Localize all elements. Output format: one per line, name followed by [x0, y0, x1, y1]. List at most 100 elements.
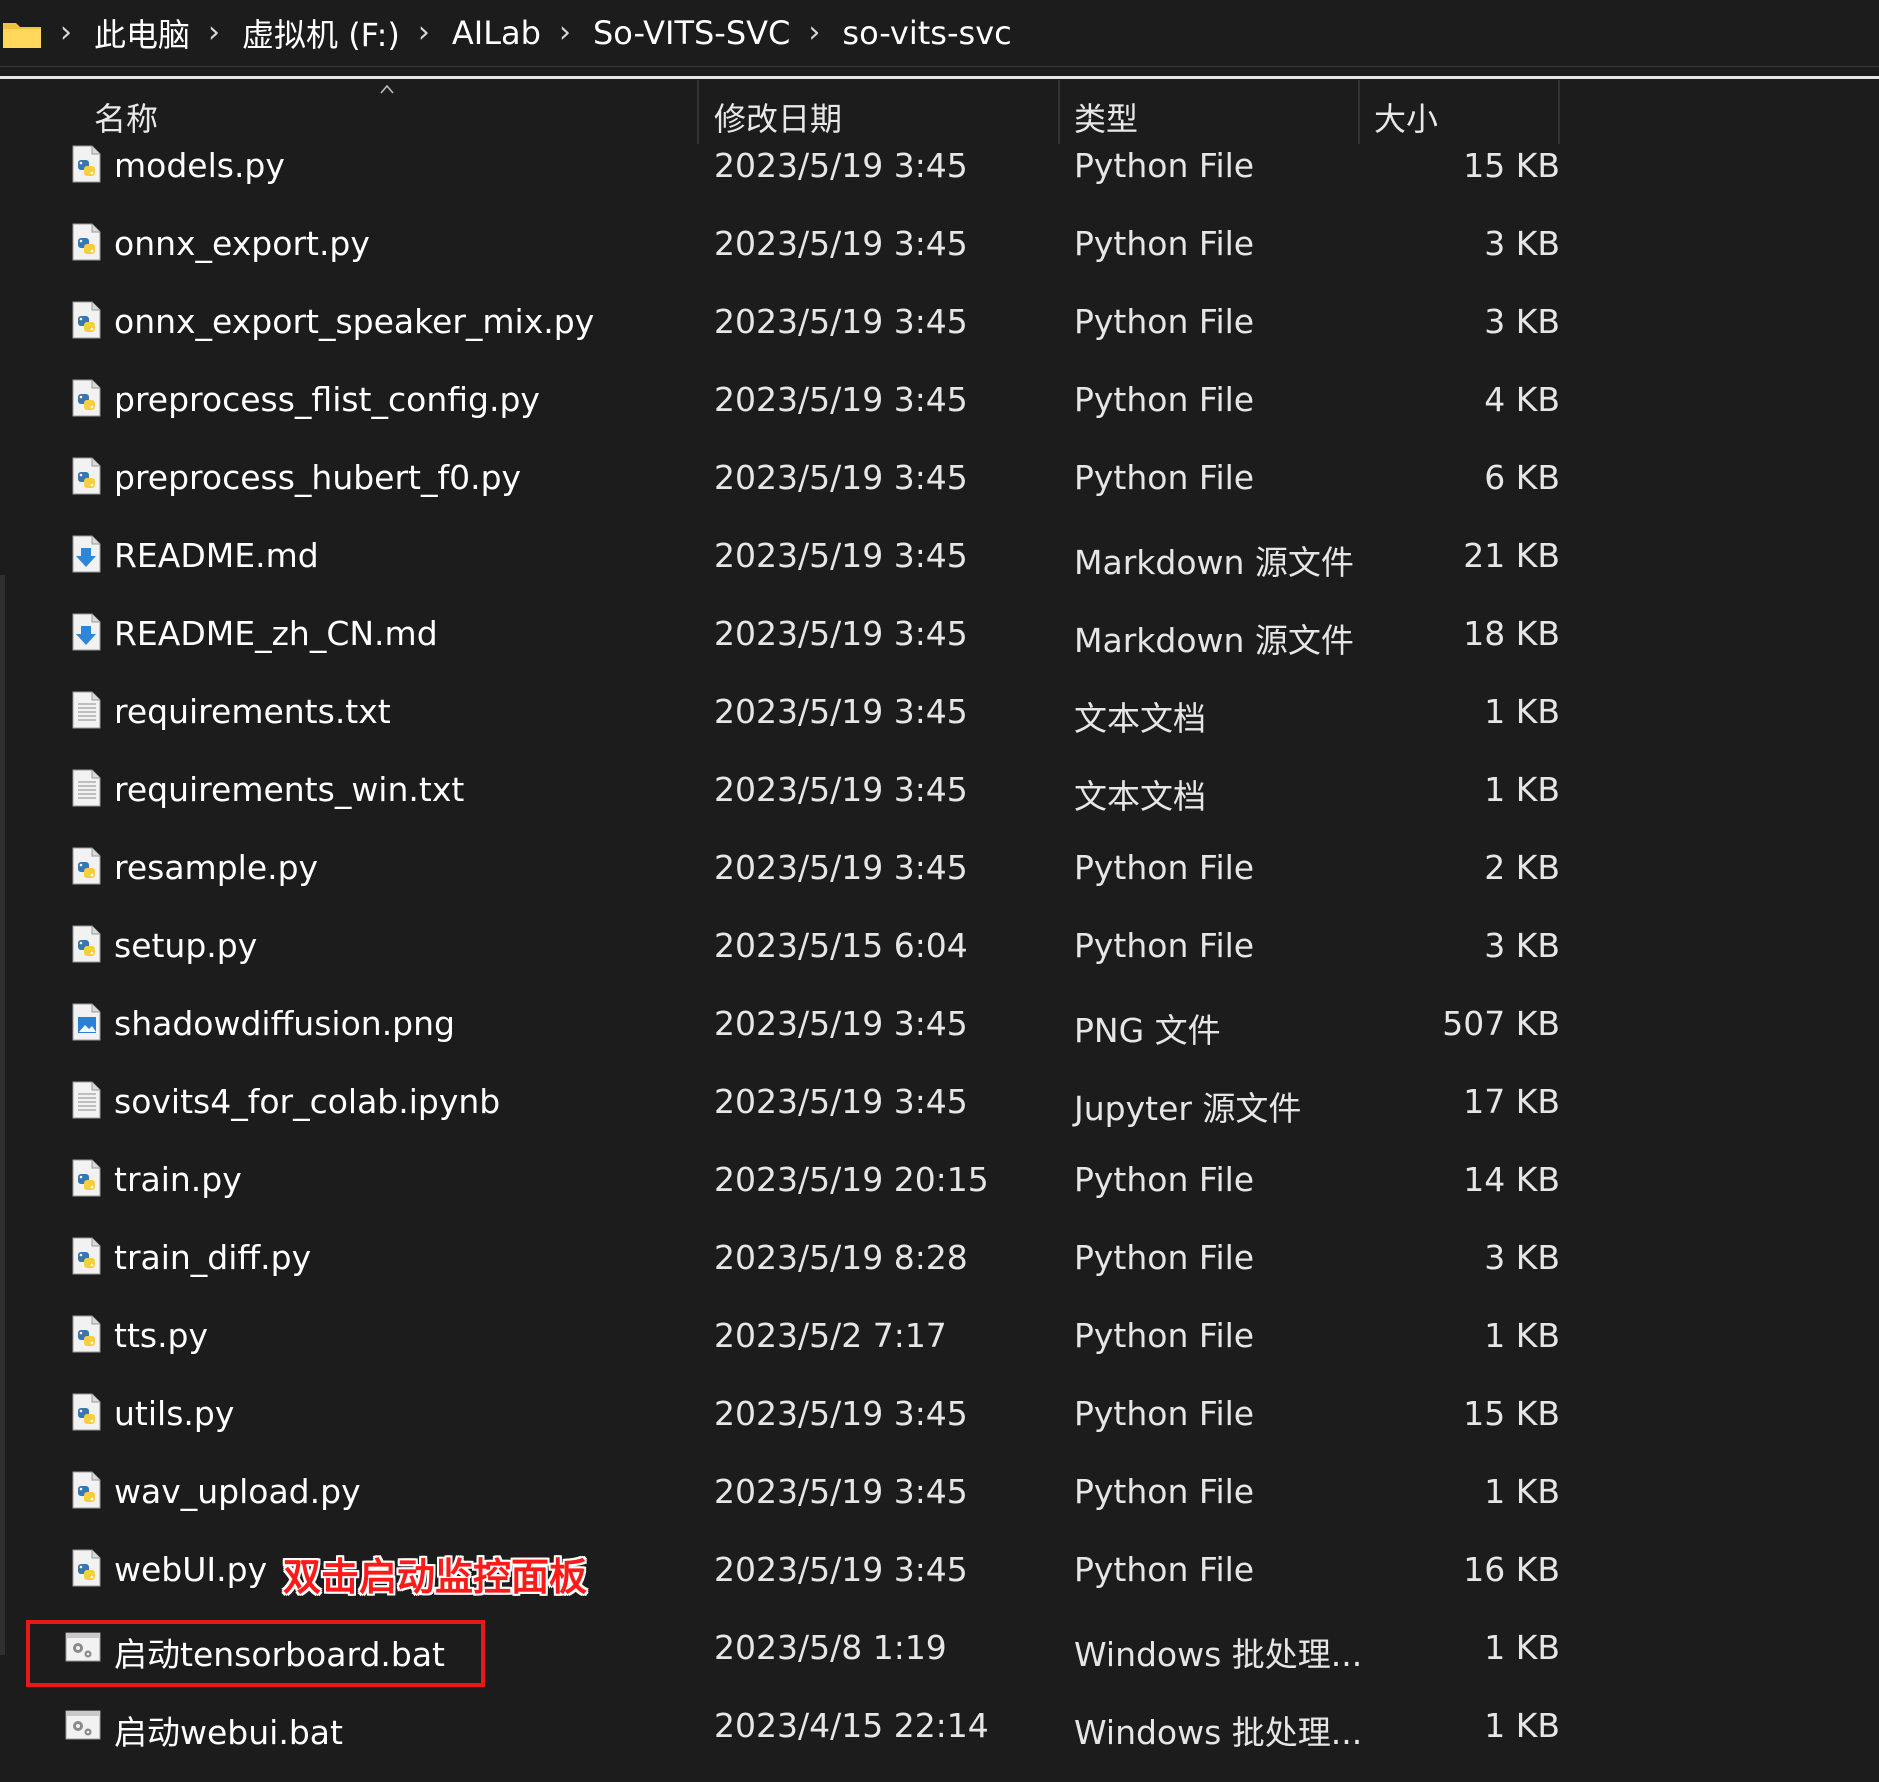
- file-name: preprocess_hubert_f0.py: [114, 458, 522, 497]
- file-size: 4 KB: [1484, 380, 1560, 419]
- file-row[interactable]: README_zh_CN.md 2023/5/19 3:45 Markdown 源文…: [30, 602, 1560, 672]
- file-row[interactable]: utils.py 2023/5/19 3:45 Python File 15 KB: [30, 1382, 1560, 1452]
- python-file-icon: [70, 924, 104, 964]
- file-type: PNG 文件: [1074, 1011, 1221, 1050]
- file-type: Python File: [1074, 1316, 1255, 1355]
- python-file-icon: [70, 846, 104, 886]
- file-date: 2023/5/15 6:04: [714, 926, 968, 965]
- file-type: Python File: [1074, 302, 1255, 341]
- file-name: requirements.txt: [114, 692, 391, 731]
- file-row[interactable]: models.py 2023/5/19 3:45 Python File 15 KB: [30, 134, 1560, 204]
- image-file-icon: [70, 1002, 104, 1042]
- file-row[interactable]: requirements_win.txt 2023/5/19 3:45 文本文档 1 …: [30, 758, 1560, 828]
- breadcrumb-item[interactable]: AILab: [452, 14, 541, 52]
- file-date: 2023/5/19 3:45: [714, 1472, 968, 1511]
- highlight-box: [26, 1620, 485, 1687]
- file-type: Python File: [1074, 926, 1255, 965]
- file-name: train.py: [114, 1160, 242, 1199]
- folder-icon: [2, 19, 42, 48]
- file-name: train_diff.py: [114, 1238, 312, 1277]
- file-row[interactable]: setup.py 2023/5/15 6:04 Python File 3 KB: [30, 914, 1560, 984]
- python-file-icon: [70, 1392, 104, 1432]
- file-row[interactable]: preprocess_flist_config.py 2023/5/19 3:45…: [30, 368, 1560, 438]
- file-name: preprocess_flist_config.py: [114, 380, 540, 419]
- file-date: 2023/5/19 3:45: [714, 692, 968, 731]
- file-date: 2023/5/19 3:45: [714, 614, 968, 653]
- file-row[interactable]: train_diff.py 2023/5/19 8:28 Python File 3 …: [30, 1226, 1560, 1296]
- file-size: 1 KB: [1484, 1316, 1560, 1355]
- file-size: 17 KB: [1463, 1082, 1560, 1121]
- notebook-file-icon: [70, 1080, 104, 1120]
- file-type: Windows 批处理...: [1074, 1635, 1363, 1674]
- chevron-right-icon[interactable]: ›: [808, 18, 820, 48]
- file-row[interactable]: README.md 2023/5/19 3:45 Markdown 源文件 21 KB: [30, 524, 1560, 594]
- breadcrumb-item[interactable]: 虚拟机 (F:): [242, 10, 400, 56]
- file-size: 3 KB: [1484, 926, 1560, 965]
- file-row[interactable]: preprocess_hubert_f0.py 2023/5/19 3:45 Pyt…: [30, 446, 1560, 516]
- file-row[interactable]: onnx_export.py 2023/5/19 3:45 Python File 3…: [30, 212, 1560, 282]
- file-row[interactable]: wav_upload.py 2023/5/19 3:45 Python File 1 …: [30, 1460, 1560, 1530]
- file-date: 2023/5/19 3:45: [714, 536, 968, 575]
- file-size: 15 KB: [1463, 1394, 1560, 1433]
- text-file-icon: [70, 768, 104, 808]
- file-name: shadowdiffusion.png: [114, 1004, 455, 1043]
- file-date: 2023/4/15 22:14: [714, 1706, 989, 1745]
- file-size: 3 KB: [1484, 1238, 1560, 1277]
- text-file-icon: [70, 690, 104, 730]
- python-file-icon: [70, 144, 104, 184]
- file-date: 2023/5/19 3:45: [714, 146, 968, 185]
- file-type: Markdown 源文件: [1074, 543, 1354, 582]
- file-date: 2023/5/19 3:45: [714, 848, 968, 887]
- file-row[interactable]: requirements.txt 2023/5/19 3:45 文本文档 1 KB: [30, 680, 1560, 750]
- breadcrumb-item[interactable]: so-vits-svc: [842, 14, 1011, 52]
- file-type: Markdown 源文件: [1074, 621, 1354, 660]
- file-size: 16 KB: [1463, 1550, 1560, 1589]
- chevron-right-icon[interactable]: ›: [418, 18, 430, 48]
- file-type: Python File: [1074, 380, 1255, 419]
- file-row[interactable]: resample.py 2023/5/19 3:45 Python File 2 KB: [30, 836, 1560, 906]
- file-row[interactable]: webUI.py 2023/5/19 3:45 Python File 16 KB: [30, 1538, 1560, 1608]
- file-size: 1 KB: [1484, 1472, 1560, 1511]
- file-date: 2023/5/19 3:45: [714, 380, 968, 419]
- file-size: 2 KB: [1484, 848, 1560, 887]
- file-size: 1 KB: [1484, 1628, 1560, 1667]
- file-name: requirements_win.txt: [114, 770, 465, 809]
- file-row[interactable]: tts.py 2023/5/2 7:17 Python File 1 KB: [30, 1304, 1560, 1374]
- file-row[interactable]: train.py 2023/5/19 20:15 Python File 14 KB: [30, 1148, 1560, 1218]
- file-row[interactable]: 启动webui.bat 2023/4/15 22:14 Windows 批处理...…: [30, 1694, 1560, 1764]
- file-name: utils.py: [114, 1394, 235, 1433]
- python-file-icon: [70, 456, 104, 496]
- file-row[interactable]: onnx_export_speaker_mix.py 2023/5/19 3:45…: [30, 290, 1560, 360]
- breadcrumb-item[interactable]: So-VITS-SVC: [593, 14, 790, 52]
- file-date: 2023/5/19 3:45: [714, 224, 968, 263]
- file-date: 2023/5/19 20:15: [714, 1160, 989, 1199]
- address-bar[interactable]: › 此电脑 › 虚拟机 (F:) › AILab › So-VITS-SVC › so-vits-…: [0, 0, 1879, 67]
- file-type: Jupyter 源文件: [1074, 1089, 1302, 1128]
- file-date: 2023/5/19 3:45: [714, 458, 968, 497]
- file-date: 2023/5/19 3:45: [714, 302, 968, 341]
- file-size: 1 KB: [1484, 692, 1560, 731]
- file-type: 文本文档: [1074, 777, 1206, 816]
- file-size: 3 KB: [1484, 224, 1560, 263]
- file-name: wav_upload.py: [114, 1472, 361, 1511]
- file-type: Python File: [1074, 1394, 1255, 1433]
- file-size: 507 KB: [1442, 1004, 1560, 1043]
- breadcrumb-item[interactable]: 此电脑: [94, 10, 190, 56]
- scrollbar-track[interactable]: [0, 575, 5, 1655]
- file-size: 15 KB: [1463, 146, 1560, 185]
- file-type: Windows 批处理...: [1074, 1713, 1363, 1752]
- file-size: 1 KB: [1484, 770, 1560, 809]
- file-size: 6 KB: [1484, 458, 1560, 497]
- chevron-right-icon[interactable]: ›: [559, 18, 571, 48]
- file-name: README.md: [114, 536, 319, 575]
- python-file-icon: [70, 1314, 104, 1354]
- chevron-right-icon[interactable]: ›: [60, 18, 72, 48]
- file-row[interactable]: shadowdiffusion.png 2023/5/19 3:45 PNG 文件 5…: [30, 992, 1560, 1062]
- file-name: 启动webui.bat: [114, 1713, 343, 1752]
- file-name: README_zh_CN.md: [114, 614, 438, 653]
- chevron-right-icon[interactable]: ›: [208, 18, 220, 48]
- file-size: 14 KB: [1463, 1160, 1560, 1199]
- markdown-file-icon: [70, 534, 104, 574]
- sort-ascending-icon: [380, 84, 394, 94]
- file-row[interactable]: sovits4_for_colab.ipynb 2023/5/19 3:45 Jup…: [30, 1070, 1560, 1140]
